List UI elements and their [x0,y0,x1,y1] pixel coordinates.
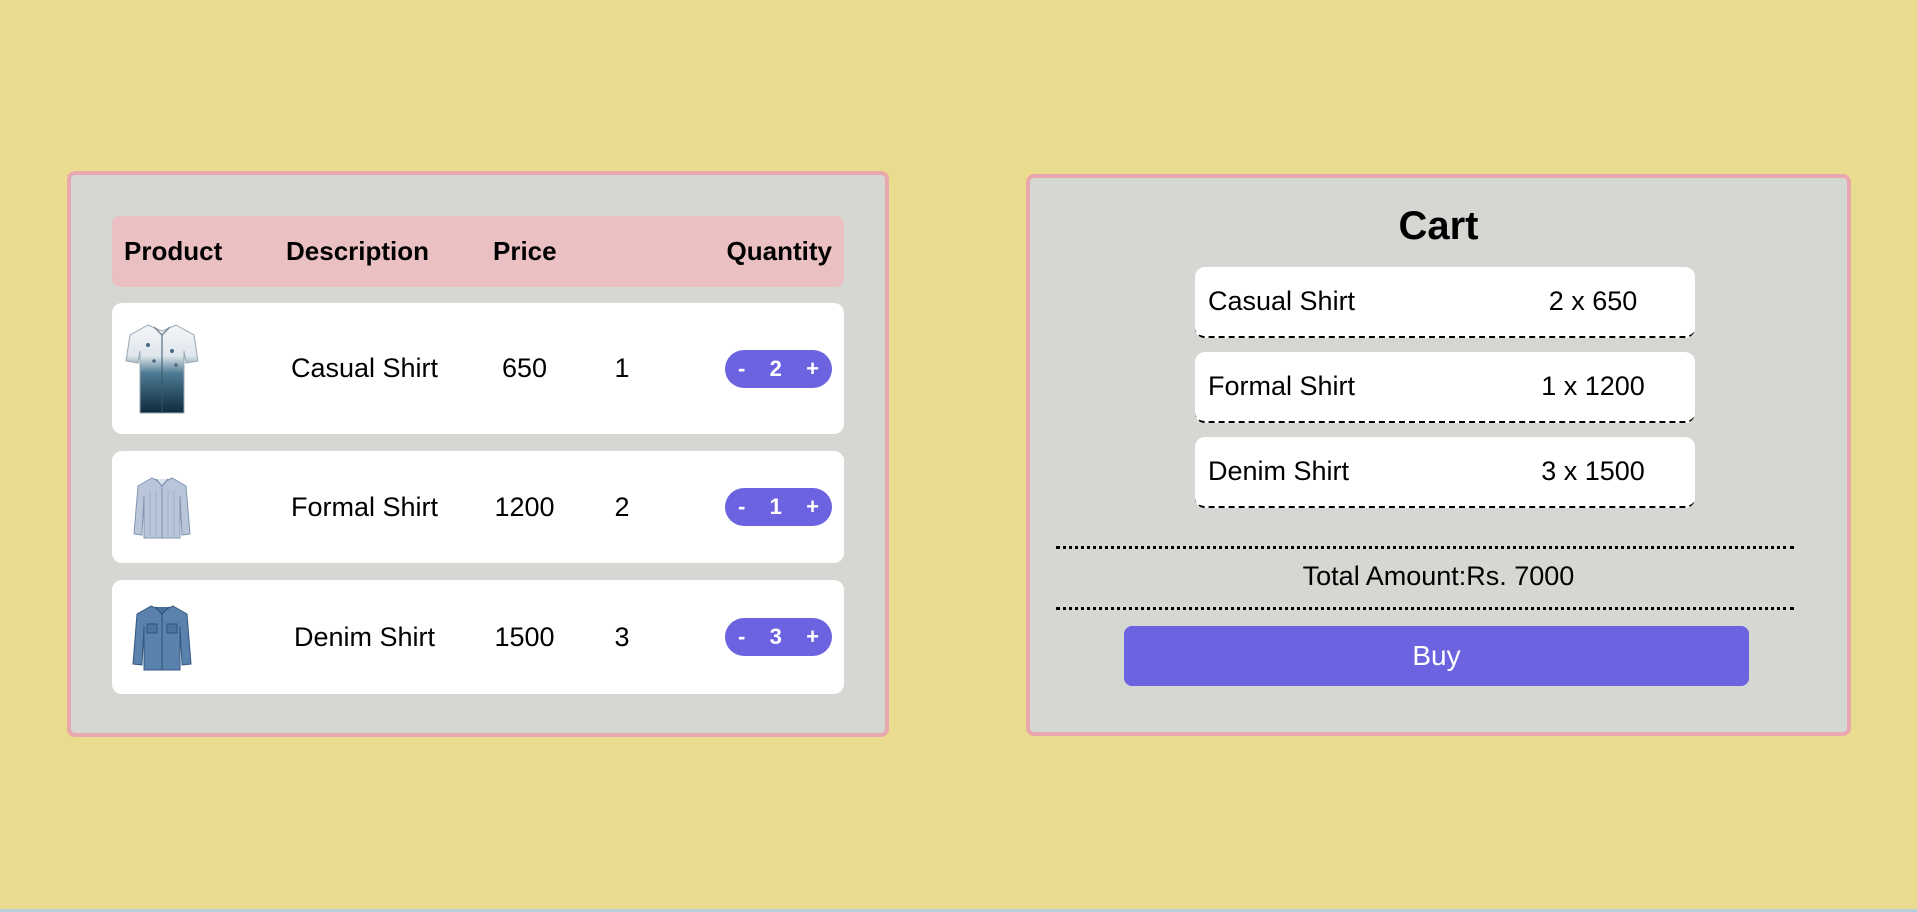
buy-button[interactable]: Buy [1124,626,1749,686]
cart-title: Cart [1398,204,1479,248]
cart-item-amount: 2 x 650 [1548,286,1638,316]
product-quantity: 1 [614,353,630,383]
decrease-button[interactable]: - [738,356,745,382]
product-price: 1200 [494,491,555,522]
decrease-button[interactable]: - [738,624,745,650]
header-description: Description [286,236,430,266]
divider-bottom [1056,607,1794,610]
cart-item-name: Casual Shirt [1208,286,1356,316]
cart-item-name: Formal Shirt [1208,371,1356,401]
cart-item-name: Denim Shirt [1208,456,1350,486]
cart-item: Casual Shirt 2 x 650 [1195,267,1695,338]
product-description: Denim Shirt [293,621,436,652]
cart-item-amount: 1 x 1200 [1541,371,1645,401]
product-row-formal-shirt: Formal Shirt 1200 2 - 1 + [112,451,844,563]
increase-button[interactable]: + [806,624,819,650]
increase-button[interactable]: + [806,494,819,520]
stepper-value: 2 [769,355,782,381]
product-description: Formal Shirt [290,491,439,522]
cart-item: Denim Shirt 3 x 1500 [1195,437,1695,508]
stepper-value: 1 [769,494,782,519]
product-row-casual-shirt: Casual Shirt 650 1 - 2 + [112,303,844,434]
product-price: 1500 [494,621,555,652]
divider-top [1056,546,1794,549]
quantity-stepper: - 3 + [725,618,832,656]
product-quantity: 3 [614,621,630,652]
increase-button[interactable]: + [806,356,819,382]
product-quantity: 2 [614,491,630,522]
quantity-stepper: - 1 + [725,488,832,526]
product-description: Casual Shirt [290,353,439,383]
cart-item: Formal Shirt 1 x 1200 [1195,352,1695,423]
formal-shirt-image [112,451,212,563]
products-table-header: Product Description Price Quantity [112,216,844,287]
total-amount: Total Amount:Rs. 7000 [1302,561,1575,591]
header-product: Product [124,236,223,266]
quantity-stepper: - 2 + [725,349,832,388]
stepper-value: 3 [769,624,782,649]
product-price: 650 [501,353,548,383]
header-quantity: Quantity [726,236,832,266]
product-row-denim-shirt: Denim Shirt 1500 3 - 3 + [112,580,844,694]
denim-shirt-image [112,580,212,694]
decrease-button[interactable]: - [738,494,745,520]
casual-shirt-image [112,303,212,434]
cart-item-amount: 3 x 1500 [1541,456,1645,486]
header-price: Price [493,236,557,266]
